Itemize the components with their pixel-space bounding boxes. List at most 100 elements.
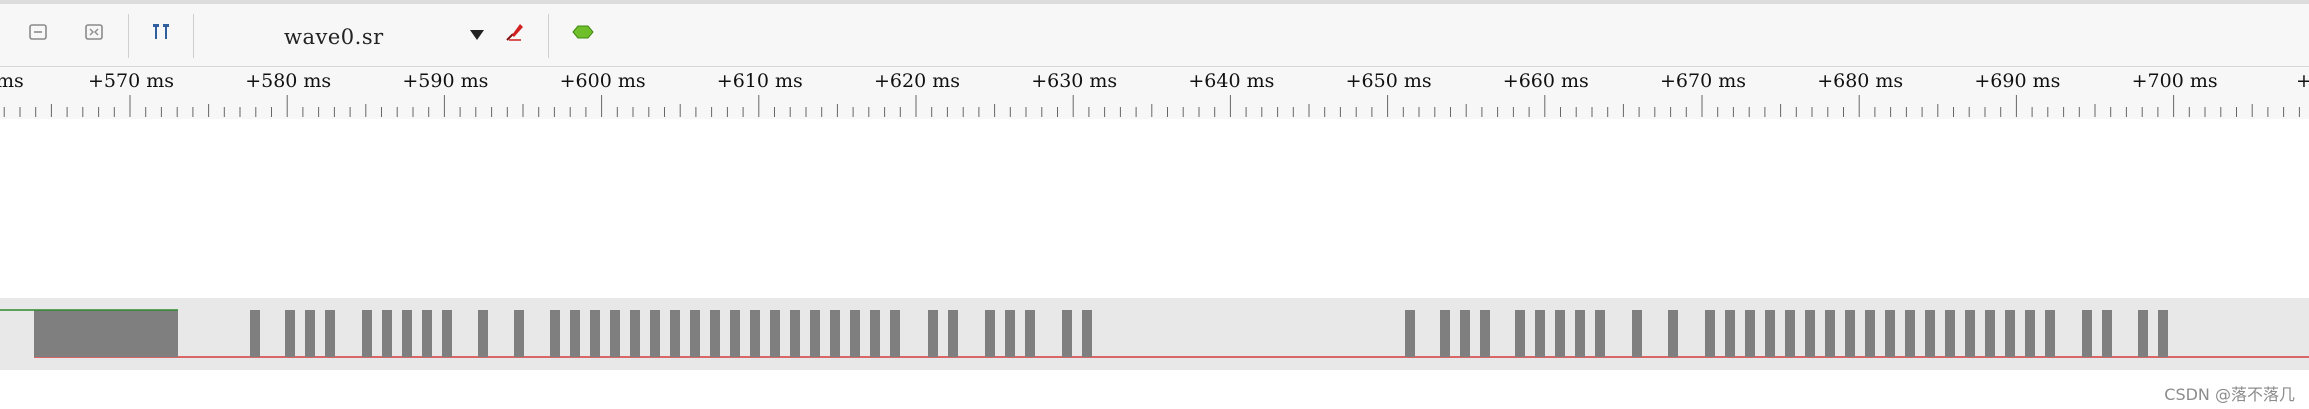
ruler-label: +640 ms <box>1188 70 1275 92</box>
trace-pulse <box>2025 310 2035 357</box>
fit-view-button[interactable] <box>78 18 110 50</box>
ruler-label: +570 ms <box>88 70 174 92</box>
trace-pulse <box>250 310 260 357</box>
decoder-icon <box>571 22 595 46</box>
fit-icon <box>84 22 104 46</box>
trace-waveform <box>0 309 2309 358</box>
trace-pulse <box>948 310 958 357</box>
trace-pulse <box>830 310 840 357</box>
trace-pulse <box>2138 310 2148 357</box>
trace-pulse <box>285 310 295 357</box>
trace-pulse <box>1668 310 1678 357</box>
trace-pulse <box>630 310 640 357</box>
trace-pulse <box>1905 310 1915 357</box>
trace-pulse <box>610 310 620 357</box>
trace-pulse <box>790 310 800 357</box>
waveform-canvas[interactable] <box>0 119 2309 299</box>
trace-pulse <box>985 310 995 357</box>
trace-pulse <box>1765 310 1775 357</box>
trace-pulse <box>305 310 315 357</box>
trace-pulse <box>750 310 760 357</box>
watermark: CSDN @落不落几 <box>2164 385 2295 404</box>
logic-trace[interactable] <box>0 298 2309 370</box>
trace-pulse <box>1845 310 1855 357</box>
trace-pulse <box>1632 310 1642 357</box>
trace-pulse <box>1745 310 1755 357</box>
trace-pulse <box>1825 310 1835 357</box>
trace-pulse <box>570 310 580 357</box>
time-ruler[interactable]: ms +570 ms +580 ms +590 ms +600 ms +610 ms +62… <box>0 67 2309 119</box>
ruler-label: ms <box>0 70 24 92</box>
trace-pulse <box>670 310 680 357</box>
trace-pulse <box>1480 310 1490 357</box>
trace-pulse <box>850 310 860 357</box>
ruler-label: +680 ms <box>1817 70 1904 92</box>
toolbar-separator <box>548 14 549 58</box>
ruler-label: +600 ms <box>559 70 646 92</box>
trace-pulse <box>362 310 372 357</box>
trace-pulse <box>770 310 780 357</box>
ruler-ticks <box>3 95 2300 117</box>
trace-pulse <box>2045 310 2055 357</box>
trace-pulse <box>810 310 820 357</box>
trace-pulse <box>1025 310 1035 357</box>
toolbar-separator <box>193 14 194 58</box>
chevron-down-icon[interactable] <box>470 30 484 40</box>
trace-pulse <box>1460 310 1470 357</box>
toolbar: wave0.sr <box>0 4 2309 67</box>
trace-pulse <box>1805 310 1815 357</box>
ruler-label: +620 ms <box>874 70 960 92</box>
cursor-button[interactable] <box>145 18 177 50</box>
trace-pulse <box>382 310 392 357</box>
probe-icon <box>503 20 527 48</box>
trace-pulse <box>730 310 740 357</box>
trace-pulse <box>1082 310 1092 357</box>
trace-pulse <box>402 310 412 357</box>
trace-pulse <box>710 310 720 357</box>
trace-pulse <box>2102 310 2112 357</box>
trace-pulse <box>514 310 524 357</box>
toolbar-separator <box>128 14 129 58</box>
trace-pulse <box>890 310 900 357</box>
trace-pulse <box>2158 310 2168 357</box>
trace-pulse <box>550 310 560 357</box>
probe-button[interactable] <box>499 18 531 50</box>
trace-pulse <box>1405 310 1415 357</box>
trace-pulse <box>1535 310 1545 357</box>
file-name: wave0.sr <box>284 25 384 49</box>
minimize-icon <box>28 22 48 46</box>
add-decoder-button[interactable] <box>567 18 599 50</box>
trace-pulse <box>478 310 488 357</box>
trace-pulse <box>650 310 660 357</box>
ruler-label: +590 ms <box>402 70 489 92</box>
trace-pulse <box>1595 310 1605 357</box>
ruler-label: +700 ms <box>2131 70 2218 92</box>
trace-pulse <box>1575 310 1585 357</box>
minimize-view-button[interactable] <box>22 18 54 50</box>
ruler-label: +650 ms <box>1345 70 1432 92</box>
trace-pulse <box>2005 310 2015 357</box>
file-selector[interactable]: wave0.sr <box>200 18 490 52</box>
trace-pulse <box>1985 310 1995 357</box>
ruler-label: +7 <box>2296 70 2309 92</box>
trace-pulse <box>1925 310 1935 357</box>
trace-pulse <box>1062 310 1072 357</box>
trace-pulse <box>1885 310 1895 357</box>
trace-pulse <box>928 310 938 357</box>
trace-pulse <box>1005 310 1015 357</box>
trace-pulse <box>590 310 600 357</box>
trace-pulse <box>1515 310 1525 357</box>
trace-pulse <box>1725 310 1735 357</box>
trace-pulse <box>422 310 432 357</box>
trace-pulse <box>690 310 700 357</box>
trace-pulse <box>1865 310 1875 357</box>
trace-pulse <box>1965 310 1975 357</box>
trace-pulse <box>325 310 335 357</box>
cursor-icon <box>150 21 172 47</box>
ruler-label: +670 ms <box>1660 70 1746 92</box>
trace-pulse <box>442 310 452 357</box>
trace-pulse <box>1705 310 1715 357</box>
trace-pulse <box>1945 310 1955 357</box>
trace-pulse <box>2082 310 2092 357</box>
ruler-label: +580 ms <box>245 70 332 92</box>
